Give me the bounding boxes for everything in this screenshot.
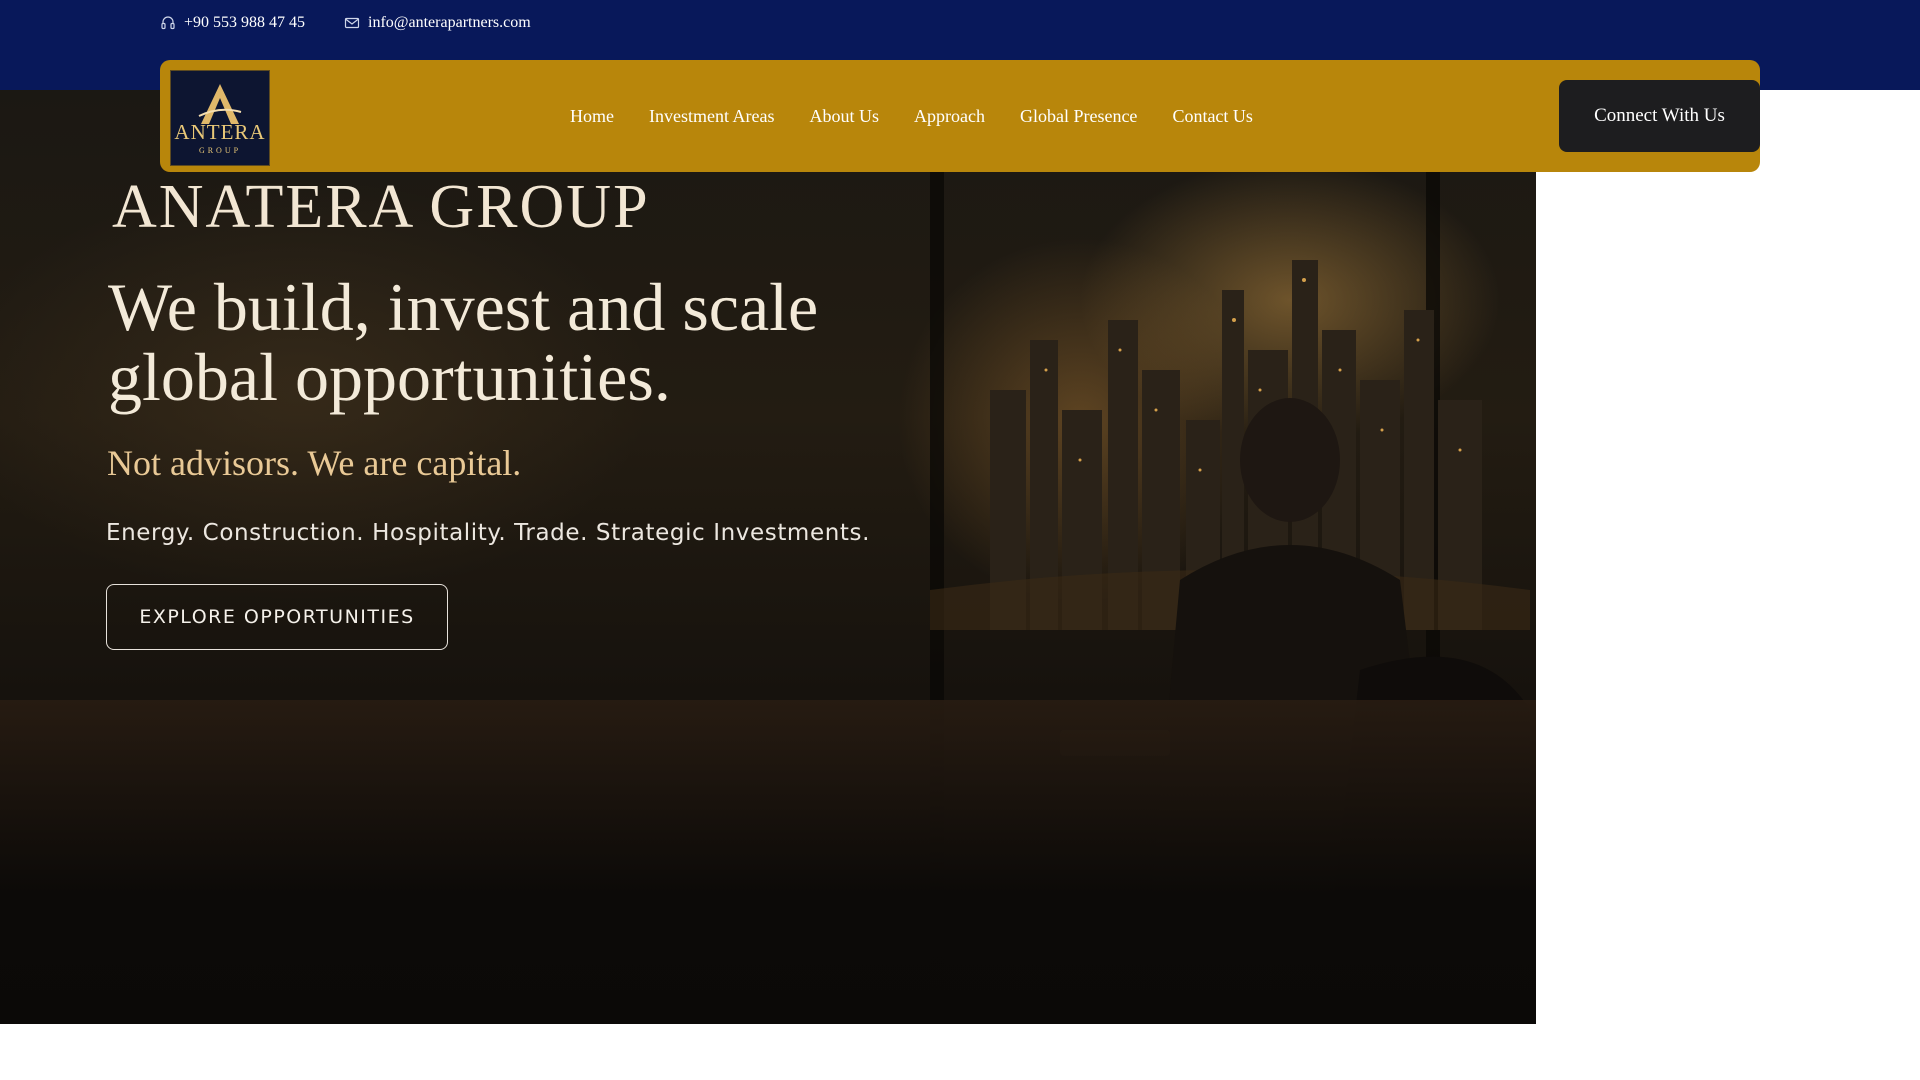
phone-contact[interactable]: +90 553 988 47 45 xyxy=(160,14,305,32)
brand-title: ANATERA GROUP xyxy=(112,173,650,241)
email-address: info@anterapartners.com xyxy=(368,14,531,31)
nav-global-presence[interactable]: Global Presence xyxy=(1020,106,1137,127)
logo-wordmark: ANTERA xyxy=(174,119,266,144)
antera-logo[interactable]: ANTERA GROUP xyxy=(170,70,270,166)
nav-approach[interactable]: Approach xyxy=(914,106,985,127)
explore-opportunities-button[interactable]: EXPLORE OPPORTUNITIES xyxy=(106,584,448,650)
logo-subtitle: GROUP xyxy=(198,145,242,155)
email-contact[interactable]: info@anterapartners.com xyxy=(344,14,531,32)
desk-foreground xyxy=(0,700,1536,1024)
nav-contact-us[interactable]: Contact Us xyxy=(1172,106,1253,127)
nav-about-us[interactable]: About Us xyxy=(809,106,879,127)
nav-investment-areas[interactable]: Investment Areas xyxy=(649,106,774,127)
nav-home[interactable]: Home xyxy=(570,106,614,127)
headset-icon xyxy=(161,16,175,30)
hero-headline: We build, invest and scale global opport… xyxy=(108,269,819,415)
mail-icon xyxy=(344,17,360,29)
phone-number: +90 553 988 47 45 xyxy=(184,14,306,31)
sectors-list: Energy. Construction. Hospitality. Trade… xyxy=(106,520,870,546)
hero-tagline: Not advisors. We are capital. xyxy=(107,443,522,483)
main-navbar: ANTERA GROUP Home Investment Areas About… xyxy=(160,60,1760,172)
primary-menu: Home Investment Areas About Us Approach … xyxy=(570,60,1253,172)
connect-button[interactable]: Connect With Us xyxy=(1559,80,1760,152)
